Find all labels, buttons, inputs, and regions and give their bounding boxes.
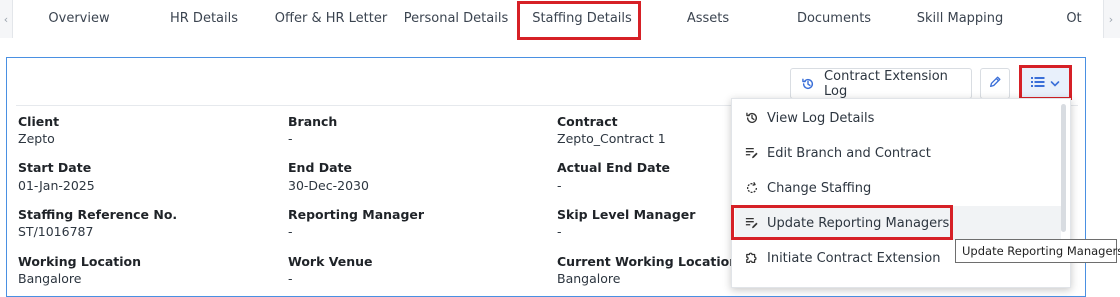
tab-personal-details[interactable]: Personal Details [404,0,508,38]
tab-assets[interactable]: Assets [687,0,729,38]
branch-label: Branch [288,114,338,129]
contract-label: Contract [557,114,618,129]
menu-item-label: Change Staffing [767,180,872,196]
puzzle-icon [739,251,765,265]
working-location-value: Bangalore [18,271,82,286]
tooltip: Update Reporting Managers [955,239,1120,263]
dropdown-scrollbar[interactable] [1061,104,1066,232]
edit-button[interactable] [980,68,1010,99]
refresh-icon [739,181,765,195]
start-date-label: Start Date [18,160,92,175]
tab-overflow[interactable]: Ot [1066,0,1081,38]
end-date-value: 30-Dec-2030 [288,178,369,193]
contract-value: Zepto_Contract 1 [557,131,666,146]
actual-end-date-label: Actual End Date [557,160,671,175]
reporting-manager-label: Reporting Manager [288,207,425,222]
contract-extension-log-label: Contract Extension Log [824,68,948,99]
actions-menu-button[interactable] [1019,65,1072,100]
work-venue-value: - [288,271,293,286]
tab-scroll-left-icon[interactable]: ‹ [0,0,12,38]
skip-level-manager-label: Skip Level Manager [557,207,696,222]
staffing-reference-label: Staffing Reference No. [18,207,178,222]
current-working-location-label: Current Working Location [557,254,739,269]
actual-end-date-value: - [557,178,562,193]
chevron-down-icon [1050,73,1060,92]
tab-overview[interactable]: Overview [48,0,109,38]
menu-item-highlight [731,205,953,240]
menu-item-change-staffing[interactable]: Change Staffing [735,171,1061,205]
working-location-label: Working Location [18,254,142,269]
menu-item-label: View Log Details [767,110,875,126]
tab-skill-mapping[interactable]: Skill Mapping [917,0,1004,38]
current-working-location-value: Bangalore [557,271,621,286]
tab-documents[interactable]: Documents [797,0,871,38]
history-icon [739,111,765,125]
menu-item-label: Initiate Contract Extension [767,250,941,266]
edit-list-icon [739,146,765,160]
tab-scroll-right-icon[interactable]: › [1105,0,1117,38]
work-venue-label: Work Venue [288,254,373,269]
client-value: Zepto [18,131,55,146]
reporting-manager-value: - [288,224,293,239]
menu-item-edit-branch-contract[interactable]: Edit Branch and Contract [735,136,1061,170]
tab-offer-hr-letter[interactable]: Offer & HR Letter [275,0,387,38]
pencil-icon [988,74,1002,93]
history-icon [791,77,824,91]
end-date-label: End Date [288,160,353,175]
menu-item-view-log-details[interactable]: View Log Details [735,101,1061,135]
skip-level-manager-value: - [557,224,562,239]
start-date-value: 01-Jan-2025 [18,178,95,193]
tab-hr-details[interactable]: HR Details [170,0,238,38]
contract-extension-log-button[interactable]: Contract Extension Log [790,68,972,99]
client-label: Client [18,114,60,129]
menu-item-label: Edit Branch and Contract [767,145,931,161]
branch-value: - [288,131,293,146]
active-tab-highlight [517,1,641,40]
staffing-reference-value: ST/1016787 [18,224,94,239]
list-icon [1031,73,1045,92]
